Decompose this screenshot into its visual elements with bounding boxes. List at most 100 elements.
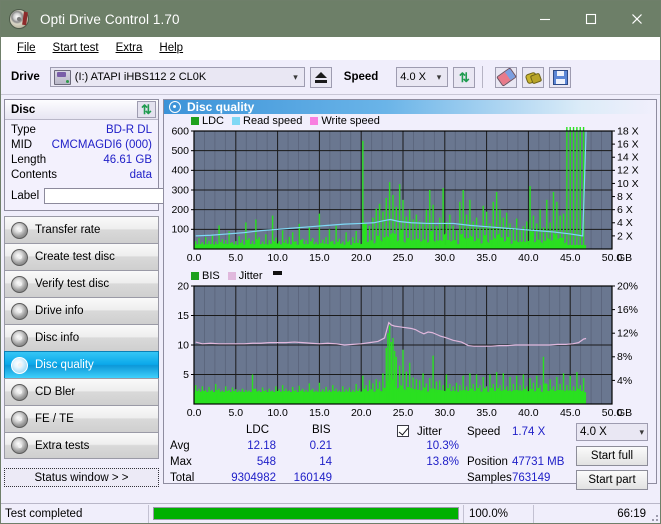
disc-icon — [11, 410, 28, 428]
svg-text:15: 15 — [177, 310, 189, 322]
drive-select[interactable]: (I:) ATAPI iHBS112 2 CL0K ▾ — [49, 67, 305, 87]
sidebar-item-verify-test-disc[interactable]: Verify test disc — [4, 270, 159, 297]
status-bar: Test completed 100.0% 66:19 — [1, 503, 660, 523]
legend-item-ldc: LDC — [191, 115, 224, 127]
legend-label-jitter: Jitter — [238, 270, 263, 282]
svg-text:45.0: 45.0 — [560, 407, 581, 419]
sidebar-item-label: Drive info — [35, 305, 84, 317]
disc-panel-title: Disc — [11, 103, 36, 116]
chevron-down-icon: ▾ — [639, 426, 644, 437]
minimize-button[interactable] — [522, 1, 568, 37]
svg-text:35.0: 35.0 — [476, 252, 497, 264]
legend-item-read-speed: Read speed — [232, 115, 302, 127]
svg-text:5.0: 5.0 — [228, 407, 243, 419]
disc-panel-header: Disc ⇅ — [5, 100, 158, 120]
disc-type-key: Type — [11, 124, 36, 136]
legend-bottom-chart: BIS Jitter — [164, 267, 656, 282]
stats-samples-value: 763149 — [512, 472, 551, 484]
jitter-checkbox[interactable] — [397, 425, 409, 437]
legend-top-chart: LDC Read speed Write speed — [164, 114, 656, 127]
legend-swatch-read-speed — [232, 117, 241, 125]
sidebar-item-disc-info[interactable]: Disc info — [4, 324, 159, 351]
svg-text:30.0: 30.0 — [435, 252, 456, 264]
legend-label-write-speed: Write speed — [321, 115, 380, 127]
start-full-button[interactable]: Start full — [576, 446, 648, 466]
stats-ldc-total: 9304982 — [231, 472, 276, 484]
svg-text:4 X: 4 X — [617, 217, 633, 229]
sidebar-item-transfer-rate[interactable]: Transfer rate — [4, 216, 159, 243]
svg-text:100: 100 — [171, 224, 189, 236]
svg-text:12 X: 12 X — [617, 165, 639, 177]
svg-text:10.0: 10.0 — [267, 252, 288, 264]
menu-bar: File Start test Extra Help — [1, 37, 660, 60]
svg-text:200: 200 — [171, 204, 189, 216]
erase-button[interactable] — [495, 66, 518, 88]
legend-swatch-write-speed — [310, 117, 319, 125]
disc-contents-key: Contents — [11, 169, 58, 181]
svg-text:8%: 8% — [617, 351, 632, 363]
refresh-icon: ⇅ — [141, 102, 152, 117]
menu-help[interactable]: Help — [151, 40, 192, 56]
svg-text:25.0: 25.0 — [393, 252, 414, 264]
svg-text:6 X: 6 X — [617, 204, 633, 216]
page-title: Disc quality — [187, 100, 255, 114]
svg-text:30.0: 30.0 — [435, 407, 456, 419]
chart-disc-quality-top: 100 200 300 400 500 600 2 X4 X6 X8 X 10 X 12 X 14… — [164, 127, 656, 267]
body: Disc ⇅ Type BD-R DL MID CMCMAGDI6 (000) … — [1, 95, 660, 490]
speed-select-value: 4.0 X — [400, 71, 426, 83]
svg-text:300: 300 — [171, 184, 189, 196]
sidebar-item-cd-bler[interactable]: CD Bler — [4, 378, 159, 405]
speed-select[interactable]: 4.0 X ▾ — [396, 67, 449, 87]
maximize-button[interactable] — [568, 1, 614, 37]
menu-file-label: File — [17, 42, 36, 54]
stats-row-avg-label: Avg — [170, 440, 190, 452]
sidebar-item-create-test-disc[interactable]: Create test disc — [4, 243, 159, 270]
disc-row-type: Type BD-R DL — [11, 123, 152, 138]
disc-mid-key: MID — [11, 139, 33, 151]
nav-list: Transfer rate Create test disc Verify te… — [4, 216, 159, 459]
sidebar-item-label: Extra tests — [35, 439, 90, 452]
sidebar-item-extra-tests[interactable]: Extra tests — [4, 432, 159, 459]
connect-button[interactable] — [522, 66, 545, 88]
disc-length-value: 46.61 GB — [103, 154, 152, 166]
window-controls — [522, 1, 660, 37]
test-speed-value: 4.0 X — [580, 426, 607, 438]
start-part-button[interactable]: Start part — [576, 470, 648, 490]
disc-row-mid: MID CMCMAGDI6 (000) — [11, 138, 152, 153]
disc-icon — [9, 9, 29, 29]
svg-text:5: 5 — [183, 369, 189, 381]
status-message: Test completed — [1, 504, 149, 523]
stats-position-value: 47731 MB — [512, 456, 565, 468]
disc-refresh-button[interactable]: ⇅ — [137, 101, 156, 118]
sidebar-item-fe-te[interactable]: FE / TE — [4, 405, 159, 432]
svg-text:12%: 12% — [617, 328, 638, 340]
refresh-button[interactable]: ⇅ — [453, 66, 476, 88]
test-speed-select[interactable]: 4.0 X ▾ — [576, 423, 648, 441]
svg-text:14 X: 14 X — [617, 152, 639, 164]
menu-extra[interactable]: Extra — [108, 40, 152, 56]
save-button[interactable] — [549, 66, 572, 88]
eject-button[interactable] — [309, 66, 332, 88]
save-icon — [552, 69, 568, 85]
legend-label-bis: BIS — [202, 270, 220, 282]
svg-text:GB: GB — [617, 252, 632, 264]
status-window-button[interactable]: Status window > > — [4, 468, 159, 487]
sidebar-item-disc-quality[interactable]: Disc quality — [4, 351, 159, 378]
svg-text:10 X: 10 X — [617, 178, 639, 190]
main-panel: Disc quality LDC Read speed Write speed — [163, 99, 657, 490]
close-button[interactable] — [614, 1, 660, 37]
menu-file[interactable]: File — [9, 40, 45, 56]
legend-label-read-speed: Read speed — [243, 115, 303, 127]
menu-extra-label: Extra — [115, 42, 143, 54]
legend-item-jitter: Jitter — [227, 270, 263, 282]
resize-grip-icon[interactable] — [648, 511, 658, 521]
svg-text:500: 500 — [171, 145, 189, 157]
svg-text:15.0: 15.0 — [309, 252, 330, 264]
sidebar-item-drive-info[interactable]: Drive info — [4, 297, 159, 324]
stats-samples-label: Samples — [467, 472, 512, 484]
sidebar-item-label: Verify test disc — [35, 278, 110, 290]
menu-start-test[interactable]: Start test — [45, 40, 108, 56]
svg-text:2 X: 2 X — [617, 230, 633, 242]
disc-row-length: Length 46.61 GB — [11, 153, 152, 168]
sidebar-item-label: CD Bler — [35, 386, 76, 398]
